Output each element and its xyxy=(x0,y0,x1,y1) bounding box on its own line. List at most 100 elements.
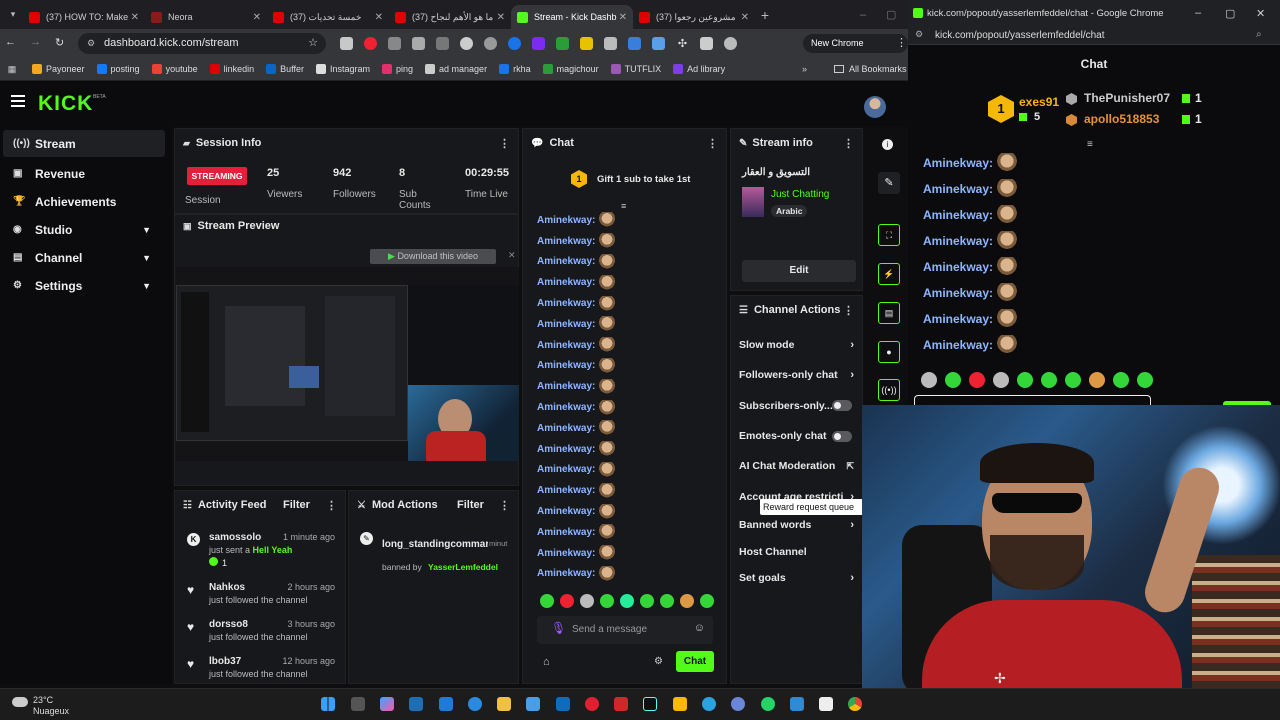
browser-tab[interactable]: (37) HOW TO: Make ✕ xyxy=(23,5,145,29)
popout-collapse-icon[interactable]: ≡ xyxy=(1087,139,1093,150)
bookmark-item[interactable]: youtube xyxy=(151,64,198,74)
message-icon[interactable]: ● xyxy=(878,341,900,363)
mod-filter-button[interactable]: Filter xyxy=(457,499,484,511)
bookmark-item[interactable]: rkha xyxy=(499,64,531,74)
sidebar-item-stream[interactable]: ((•)) Stream xyxy=(3,130,165,157)
chat-username[interactable]: Aminekway xyxy=(537,256,592,267)
chat-username[interactable]: Aminekway xyxy=(537,444,592,455)
kebab-menu-icon[interactable]: ⋮ xyxy=(896,36,907,49)
emote-icon[interactable] xyxy=(580,594,594,608)
popout-chat-username[interactable]: Aminekway xyxy=(923,182,989,196)
emote-icon[interactable] xyxy=(1137,372,1153,388)
chat-username[interactable]: Aminekway xyxy=(537,298,592,309)
extension-icon[interactable] xyxy=(484,37,497,50)
sidebar-item-studio[interactable]: ◉ Studio ▼ xyxy=(3,216,165,243)
site-info-icon[interactable]: ⚙ xyxy=(87,33,95,54)
popout-chat-username[interactable]: Aminekway xyxy=(923,286,989,300)
bookmark-item[interactable]: TUTFLIX xyxy=(610,64,661,74)
bookmark-item[interactable]: linkedin xyxy=(209,64,254,74)
edit-icon[interactable]: ✎ xyxy=(878,172,900,194)
telegram-icon[interactable] xyxy=(702,697,716,711)
close-download-icon[interactable]: ✕ xyxy=(508,250,516,261)
emote-icon[interactable] xyxy=(560,594,574,608)
chat-username[interactable]: Aminekway xyxy=(537,340,592,351)
activity-menu-icon[interactable]: ⋮ xyxy=(326,499,337,512)
taskbar-app-icon[interactable] xyxy=(790,697,804,711)
emote-icon[interactable] xyxy=(640,594,654,608)
activity-filter-button[interactable]: Filter xyxy=(283,499,310,511)
taskbar-app-icon[interactable] xyxy=(673,697,687,711)
copilot-icon[interactable] xyxy=(380,697,394,711)
chat-username[interactable]: Aminekway xyxy=(537,568,592,579)
emote-icon[interactable] xyxy=(1065,372,1081,388)
mod-action-user[interactable]: long_standingcommar xyxy=(382,539,488,550)
maximize-icon[interactable]: ▢ xyxy=(886,8,896,21)
channel-action-item[interactable]: Subscribers-only... xyxy=(731,390,862,421)
browser-tab[interactable]: Neora ✕ xyxy=(145,5,267,29)
channel-action-item[interactable]: Slow mode › xyxy=(731,330,862,360)
popout-chat-username[interactable]: Aminekway xyxy=(923,208,989,222)
extension-icon[interactable] xyxy=(580,37,593,50)
extension-icon[interactable] xyxy=(340,37,353,50)
language-tag[interactable]: Arabic xyxy=(771,205,808,217)
chat-username[interactable]: Aminekway xyxy=(537,360,592,371)
all-bookmarks-link[interactable]: All Bookmarks xyxy=(834,64,907,74)
chat-input[interactable]: 🎙 Send a message ☺ xyxy=(537,616,713,644)
lightning-icon[interactable]: ⚡ xyxy=(878,263,900,285)
chat-username[interactable]: Aminekway xyxy=(537,485,592,496)
popout-chat-username[interactable]: Aminekway xyxy=(923,234,989,248)
microphone-icon[interactable]: 🎙 xyxy=(551,621,566,635)
kick-logo[interactable]: KICK xyxy=(38,92,93,116)
emote-icon[interactable] xyxy=(1041,372,1057,388)
extension-icon[interactable] xyxy=(724,37,737,50)
extension-icon[interactable] xyxy=(652,37,665,50)
taskbar-app-icon[interactable] xyxy=(614,697,628,711)
mod-moderator-name[interactable]: YasserLemfeddel xyxy=(428,562,498,572)
sidebar-item-revenue[interactable]: ▣ Revenue xyxy=(3,160,165,187)
puzzle-icon[interactable]: ✣ xyxy=(676,37,689,50)
browser-tab[interactable]: (37) مشروعين رجعوا ✕ xyxy=(633,5,755,29)
chat-username[interactable]: Aminekway xyxy=(537,464,592,475)
new-tab-icon[interactable]: + xyxy=(755,7,775,23)
emote-icon[interactable] xyxy=(700,594,714,608)
edit-stream-button[interactable]: Edit xyxy=(742,260,856,282)
sidebar-item-achievements[interactable]: 🏆 Achievements xyxy=(3,188,165,215)
emote-icon[interactable] xyxy=(620,594,634,608)
overflow-chevron-icon[interactable]: » xyxy=(802,64,807,74)
hamburger-menu-icon[interactable] xyxy=(11,95,25,107)
address-bar[interactable]: ⚙ dashboard.kick.com/stream ☆ xyxy=(78,33,326,54)
popout-chat-input[interactable] xyxy=(914,395,1151,405)
extension-icon[interactable] xyxy=(628,37,641,50)
send-chat-button[interactable]: Chat xyxy=(676,651,714,672)
emote-icon[interactable] xyxy=(993,372,1009,388)
notes-icon[interactable]: ▤ xyxy=(878,302,900,324)
browser-tab[interactable]: (37) ما هو الأهم لنجاح ✕ xyxy=(389,5,511,29)
minimize-icon[interactable]: – xyxy=(860,9,866,21)
taskbar-app-icon[interactable] xyxy=(731,697,745,711)
chat-username[interactable]: Aminekway xyxy=(537,319,592,330)
chat-username[interactable]: Aminekway xyxy=(537,527,592,538)
sidebar-item-settings[interactable]: ⚙ Settings ▼ xyxy=(3,272,165,299)
chat-username[interactable]: Aminekway xyxy=(537,236,592,247)
preview-video[interactable] xyxy=(176,267,519,461)
bookmark-item[interactable]: ad manager xyxy=(425,64,487,74)
extension-icon[interactable] xyxy=(532,37,545,50)
clip-icon[interactable]: ⛶ xyxy=(878,224,900,246)
user-avatar[interactable] xyxy=(864,96,886,118)
emote-icon[interactable] xyxy=(660,594,674,608)
taskbar-app-icon[interactable] xyxy=(439,697,453,711)
browser-tab[interactable]: (37) خمسة تحديات ✕ xyxy=(267,5,389,29)
toggle-switch[interactable] xyxy=(832,430,852,442)
chrome-update-button[interactable]: New Chrome available xyxy=(803,34,908,67)
extension-icon[interactable] xyxy=(412,37,425,50)
extension-icon[interactable] xyxy=(460,37,473,50)
chat-username[interactable]: Aminekway xyxy=(537,506,592,517)
channel-action-item[interactable]: Followers-only chat › xyxy=(731,360,862,390)
bookmark-item[interactable]: Buffer xyxy=(266,64,304,74)
mod-menu-icon[interactable]: ⋮ xyxy=(499,499,510,512)
maximize-icon[interactable]: ▢ xyxy=(1225,7,1235,20)
emote-icon[interactable] xyxy=(969,372,985,388)
outlook-icon[interactable] xyxy=(556,697,570,711)
close-tab-icon[interactable]: ✕ xyxy=(497,12,505,23)
bookmark-item[interactable]: magichour xyxy=(542,64,599,74)
